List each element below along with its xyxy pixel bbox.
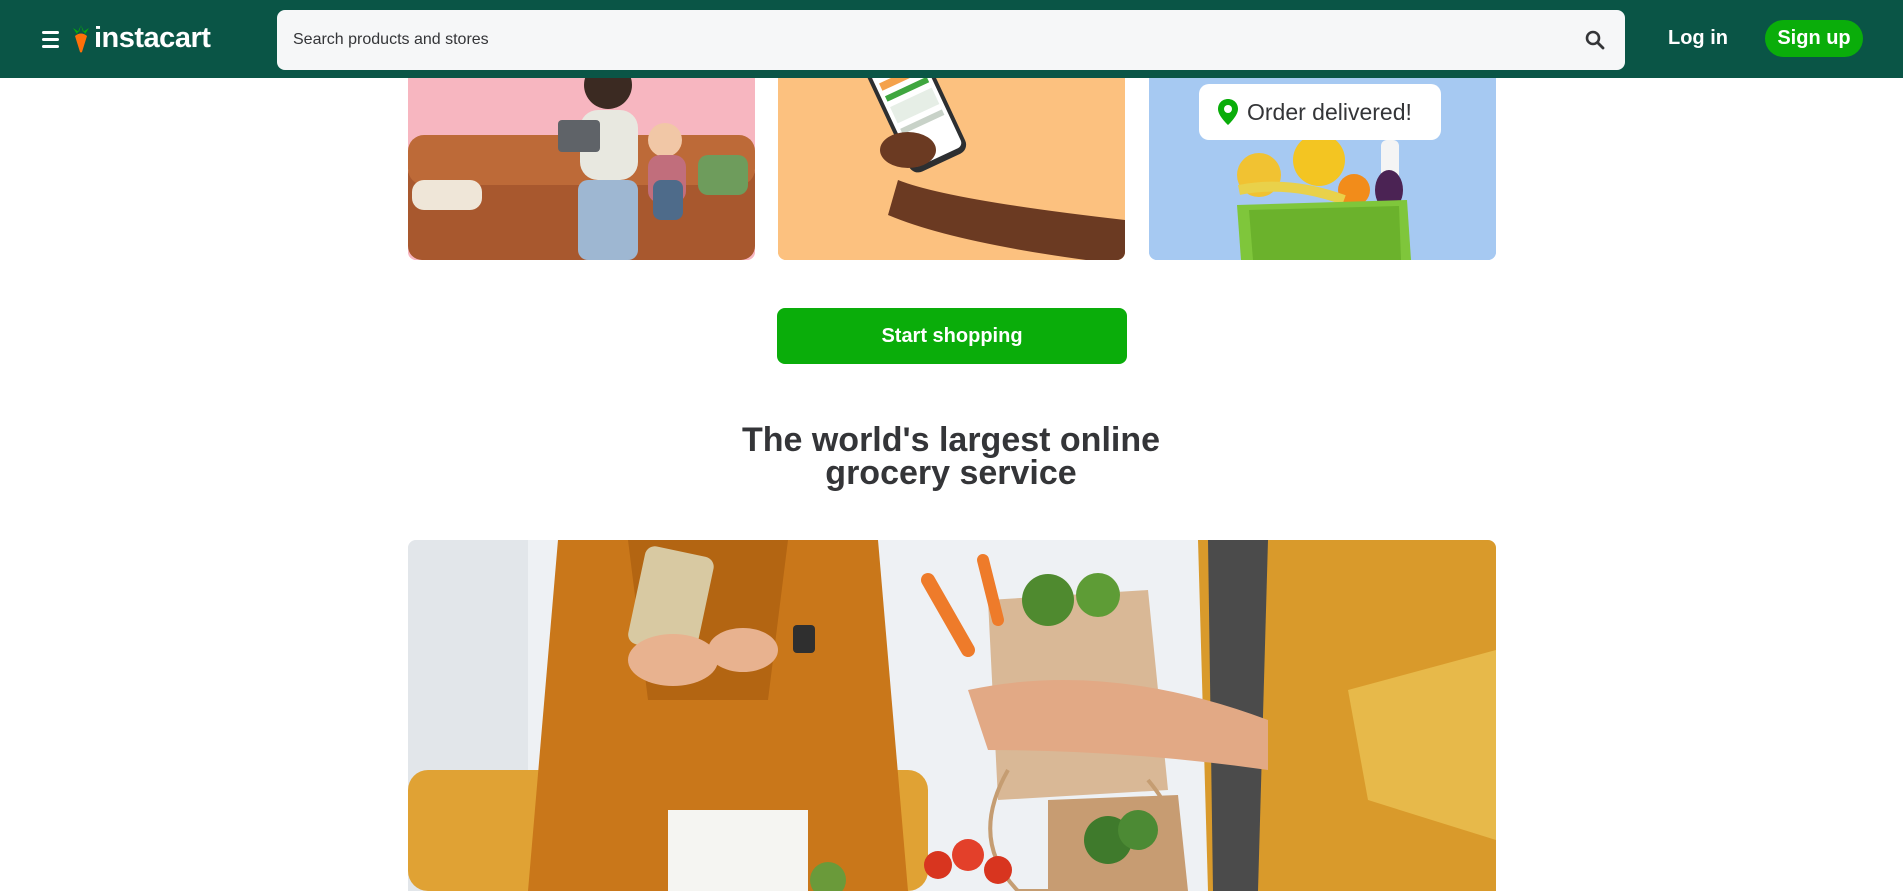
location-pin-icon bbox=[1218, 99, 1238, 125]
instacart-logo[interactable]: instacart bbox=[70, 18, 211, 58]
search-icon[interactable] bbox=[1565, 10, 1625, 70]
search-input[interactable] bbox=[277, 10, 1565, 70]
brand-name: instacart bbox=[94, 21, 211, 54]
start-shopping-button[interactable]: Start shopping bbox=[777, 308, 1127, 364]
section-heading-line-2: grocery service bbox=[825, 454, 1077, 492]
signup-button[interactable]: Sign up bbox=[1765, 20, 1863, 57]
order-delivered-badge: Order delivered! bbox=[1199, 84, 1441, 140]
order-delivered-text: Order delivered! bbox=[1247, 98, 1412, 125]
carrot-logo-icon bbox=[73, 25, 89, 53]
login-link[interactable]: Log in bbox=[1668, 24, 1728, 52]
section-heading: The world's largest online grocery servi… bbox=[651, 423, 1251, 492]
grocery-delivery-hero-image bbox=[408, 540, 1496, 891]
menu-icon[interactable] bbox=[40, 27, 62, 51]
search-bar bbox=[277, 10, 1625, 70]
top-navigation-bar: instacart Log in Sign up bbox=[0, 0, 1903, 78]
